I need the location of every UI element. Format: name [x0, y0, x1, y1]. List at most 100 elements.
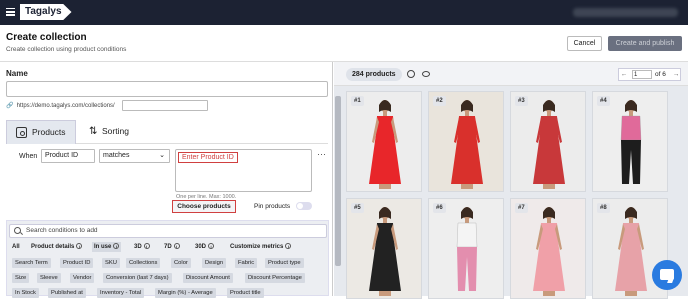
condition-chip[interactable]: Published at [48, 288, 86, 298]
info-icon: i [143, 243, 150, 250]
category-in-use[interactable]: In use i [92, 242, 122, 252]
product-card[interactable]: #2 [428, 91, 504, 192]
page-input[interactable]: 1 [632, 70, 652, 79]
condition-chip[interactable]: Product title [227, 288, 264, 298]
search-conditions-input[interactable]: Search conditions to add [9, 224, 327, 238]
condition-chip[interactable]: Sleeve [37, 273, 61, 283]
link-icon: 🔗 [6, 103, 14, 109]
condition-chip[interactable]: Search Term [12, 258, 51, 268]
pagination: ← 1 of 6 → [618, 68, 681, 81]
condition-chip[interactable]: Inventory - Total [97, 288, 145, 298]
next-page-icon[interactable]: → [672, 69, 680, 80]
condition-chip[interactable]: Conversion (last 7 days) [103, 273, 172, 283]
conditions-panel: Search conditions to add All Product det… [6, 220, 329, 298]
condition-chip[interactable]: Vendor [70, 273, 95, 283]
product-image [620, 100, 642, 184]
product-rank: #7 [515, 203, 528, 213]
pin-products-toggle[interactable] [296, 202, 312, 210]
name-input[interactable] [6, 81, 328, 97]
product-image [533, 100, 565, 189]
account-info[interactable] [573, 8, 678, 17]
chevron-down-icon: ⌄ [159, 152, 165, 159]
condition-operator-select[interactable]: matches ⌄ [99, 149, 170, 163]
category-product-details[interactable]: Product details i [31, 242, 83, 252]
product-rank: #8 [597, 203, 610, 213]
condition-chip[interactable]: Discount Amount [183, 273, 233, 283]
menu-icon[interactable] [6, 8, 15, 16]
tab-sorting[interactable]: ⇅ Sorting [86, 120, 129, 144]
more-options-icon[interactable]: ⋯ [317, 149, 326, 160]
category-7d[interactable]: 7D i [164, 242, 180, 252]
condition-chip[interactable]: Color [171, 258, 191, 268]
scrollbar[interactable] [334, 86, 342, 296]
info-icon: i [76, 243, 83, 250]
tab-products-label: Products [32, 127, 66, 137]
condition-chip[interactable]: Margin (%) - Average [155, 288, 216, 298]
product-rank: #3 [515, 96, 528, 106]
name-label: Name [6, 69, 28, 78]
condition-chip[interactable]: Design [202, 258, 227, 268]
chat-button[interactable] [652, 260, 682, 290]
top-bar: Tagalys [0, 0, 688, 25]
pin-products-label: Pin products [254, 203, 291, 210]
url-prefix: https://demo.tagalys.com/collections/ [16, 103, 115, 109]
create-and-publish-button[interactable]: Create and publish [608, 36, 682, 51]
product-count: 284 products [346, 68, 402, 81]
info-icon: i [113, 243, 120, 250]
product-rank: #1 [351, 96, 364, 106]
condition-field-select[interactable]: Product ID [41, 149, 95, 163]
tab-products[interactable]: Products [6, 120, 76, 144]
product-card[interactable]: #4 [592, 91, 668, 192]
condition-chip[interactable]: Product type [265, 258, 304, 268]
info-icon: i [208, 243, 215, 250]
product-card[interactable]: #5 [346, 198, 422, 299]
logo[interactable]: Tagalys [20, 4, 72, 20]
product-rank: #4 [597, 96, 610, 106]
eye-icon[interactable] [422, 71, 430, 77]
category-all[interactable]: All [12, 242, 20, 252]
condition-chip[interactable]: Collections [126, 258, 161, 268]
info-icon: i [285, 243, 292, 250]
product-rank: #6 [433, 203, 446, 213]
settings-icon[interactable] [407, 70, 415, 78]
info-icon: i [173, 243, 180, 250]
product-image [369, 100, 401, 189]
scrollbar-thumb[interactable] [335, 96, 341, 266]
preview-panel: 284 products ← 1 of 6 → #1 #2 #3 #4 #5 #6 #7 #8 [334, 62, 688, 299]
search-icon [14, 227, 21, 234]
search-placeholder: Search conditions to add [26, 227, 98, 234]
product-card[interactable]: #1 [346, 91, 422, 192]
product-id-textarea[interactable]: Enter Product ID [175, 149, 312, 192]
condition-chip[interactable]: Product ID [60, 258, 94, 268]
product-image [369, 207, 401, 296]
url-slug-input[interactable] [122, 100, 208, 111]
condition-chip[interactable]: SKU [102, 258, 120, 268]
product-card[interactable]: #3 [510, 91, 586, 192]
products-icon [16, 127, 27, 138]
product-image [456, 207, 478, 291]
product-rank: #2 [433, 96, 446, 106]
cancel-button[interactable]: Cancel [567, 36, 602, 51]
category-3d[interactable]: 3D i [134, 242, 150, 252]
page-title: Create collection [6, 32, 87, 43]
condition-chip[interactable]: Size [12, 273, 30, 283]
product-id-placeholder: Enter Product ID [178, 152, 238, 163]
preview-header: 284 products ← 1 of 6 → [334, 62, 688, 86]
condition-chip[interactable]: In Stock [12, 288, 39, 298]
prev-page-icon[interactable]: ← [620, 69, 628, 80]
condition-chip[interactable]: Discount Percentage [245, 273, 305, 283]
page-subtitle: Create collection using product conditio… [6, 46, 127, 53]
page-header: Create collection Create collection usin… [0, 25, 688, 62]
product-image [533, 207, 565, 296]
operator-value: matches [103, 152, 130, 159]
condition-chip[interactable]: Fabric [235, 258, 258, 268]
product-card[interactable]: #7 [510, 198, 586, 299]
page-total: of 6 [655, 71, 666, 78]
when-label: When [19, 153, 38, 160]
url-row: 🔗 https://demo.tagalys.com/collections/ [6, 101, 115, 111]
category-30d[interactable]: 30D i [195, 242, 215, 252]
choose-products-button[interactable]: Choose products [172, 200, 236, 213]
category-customize-metrics[interactable]: Customize metrics i [230, 242, 292, 252]
product-card[interactable]: #6 [428, 198, 504, 299]
collection-form: Name 🔗 https://demo.tagalys.com/collecti… [0, 62, 333, 298]
